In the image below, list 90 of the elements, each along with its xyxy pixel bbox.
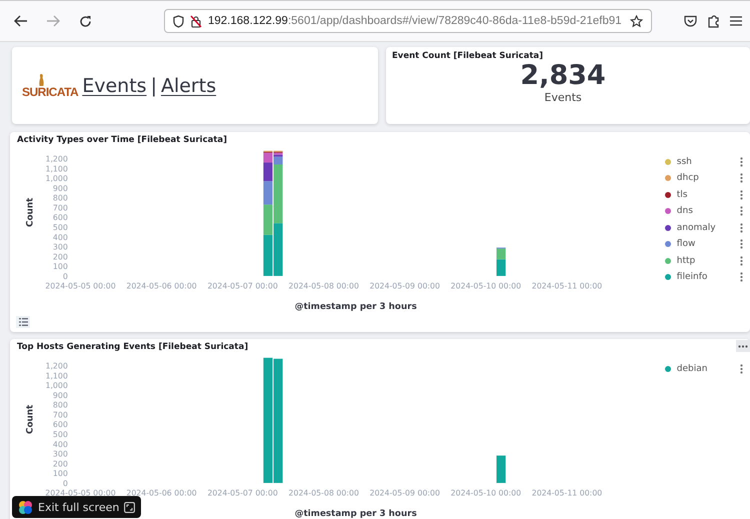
panel-title: Event Count [Filebeat Suricata] [392, 51, 544, 61]
tick-label: 1,000 [45, 174, 68, 184]
url-text: 192.168.122.99:5601/app/dashboards#/view/78289c40-86da-11e8-b59d-21efb91 [208, 15, 623, 27]
menu-icon[interactable] [730, 16, 742, 26]
tick-label: 200 [52, 252, 68, 262]
tick-label: 2024-05-08 00:00 [288, 488, 359, 498]
axis-title: @timestamp per 3 hours [294, 509, 417, 519]
tick-label: 800 [52, 400, 68, 410]
axis-title: Count [26, 404, 36, 434]
alerts-link[interactable]: Alerts [160, 74, 216, 96]
tick-label: 2024-05-08 00:00 [288, 282, 359, 291]
back-arrow-icon [14, 15, 28, 27]
metric-value: 2,834 [520, 61, 606, 91]
more-icon [738, 344, 748, 348]
exit-fullscreen-button[interactable]: Exit full screen [12, 496, 142, 518]
more-icon[interactable] [740, 190, 743, 200]
more-icon[interactable] [740, 206, 743, 216]
more-icon[interactable] [740, 239, 743, 250]
more-icon[interactable] [740, 272, 743, 282]
shield-icon [173, 14, 184, 28]
legend-item[interactable]: http [676, 256, 734, 266]
tick-label: 2024-05-07 00:00 [207, 282, 278, 291]
insecure-lock-icon [190, 14, 202, 28]
legend-item[interactable]: fileinfo [676, 272, 734, 282]
more-icon[interactable] [740, 156, 743, 167]
legend-item[interactable]: anomaly [676, 222, 734, 233]
star-icon[interactable] [630, 14, 643, 28]
bar [263, 234, 273, 276]
tick-label: 200 [52, 459, 68, 468]
more-icon[interactable] [740, 222, 743, 233]
link-separator: | [150, 74, 157, 96]
more-icon[interactable] [740, 256, 743, 266]
more-icon[interactable] [740, 173, 743, 184]
legend-toggle[interactable] [16, 316, 30, 328]
tick-label: 800 [52, 194, 68, 203]
tick-label: 2024-05-09 00:00 [370, 488, 440, 498]
legend-item[interactable]: flow [676, 239, 734, 250]
logo-icon [18, 500, 33, 514]
tick-label: 500 [52, 223, 68, 232]
tick-label: 100 [52, 262, 68, 272]
metric-label: Events [544, 90, 582, 104]
tick-label: 2024-05-10 00:00 [450, 488, 522, 498]
tick-label: 400 [52, 440, 68, 449]
events-link[interactable]: Events [82, 74, 147, 96]
axis-title: Count [26, 198, 36, 228]
pocket-icon[interactable] [684, 15, 697, 27]
suricata-logo: SURICATA [22, 72, 78, 98]
tick-label: 1,000 [45, 381, 68, 390]
tick-label: 1,100 [45, 371, 68, 380]
tick-label: 2024-05-05 00:00 [45, 488, 116, 498]
legend-item[interactable]: ssh [676, 156, 734, 167]
panel-title: Activity Types over Time [Filebeat Suricata] [17, 135, 228, 145]
forward-arrow-icon [46, 15, 60, 27]
legend-item[interactable]: debian [676, 364, 734, 374]
tick-label: 400 [52, 232, 68, 242]
tick-label: 700 [52, 203, 68, 212]
more-icon[interactable] [740, 364, 743, 374]
panel-menu-button[interactable] [736, 340, 750, 352]
reload-icon [78, 14, 92, 28]
tick-label: 100 [52, 469, 68, 478]
tick-label: 2024-05-05 00:00 [45, 282, 116, 291]
legend-item[interactable]: tls [676, 190, 734, 200]
axis-title: @timestamp per 3 hours [294, 302, 417, 312]
tick-label: 1,100 [45, 164, 68, 174]
tick-label: 600 [52, 420, 68, 430]
tick-label: 700 [52, 410, 68, 420]
legend-item[interactable]: dhcp [676, 173, 734, 184]
tick-label: 300 [52, 242, 68, 252]
tick-label: 600 [52, 213, 68, 222]
tick-label: 2024-05-10 00:00 [450, 282, 522, 291]
tick-label: 500 [52, 430, 68, 439]
tick-label: 2024-05-07 00:00 [207, 488, 278, 498]
extensions-icon[interactable] [707, 14, 720, 28]
fullscreen-icon [124, 502, 136, 512]
tick-label: 2024-05-06 00:00 [126, 282, 197, 291]
panel-title: Top Hosts Generating Events [Filebeat Suricata] [17, 342, 250, 352]
tick-label: 0 [62, 478, 68, 488]
tick-label: 900 [52, 390, 68, 400]
address-bar[interactable]: 192.168.122.99:5601/app/dashboards#/view/78289c40-86da-11e8-b59d-21efb91 [164, 9, 652, 33]
tick-label: 2024-05-11 00:00 [532, 282, 602, 291]
tick-label: 1,200 [45, 362, 68, 371]
tick-label: 1,200 [45, 154, 68, 164]
tick-label: 900 [52, 184, 68, 193]
tick-label: 2024-05-11 00:00 [532, 488, 602, 498]
tick-label: 0 [62, 272, 68, 281]
tick-label: 2024-05-09 00:00 [370, 282, 440, 291]
tick-label: 2024-05-06 00:00 [126, 488, 197, 498]
tick-label: 300 [52, 450, 68, 459]
legend-item[interactable]: dns [676, 206, 734, 216]
bar [496, 456, 506, 483]
